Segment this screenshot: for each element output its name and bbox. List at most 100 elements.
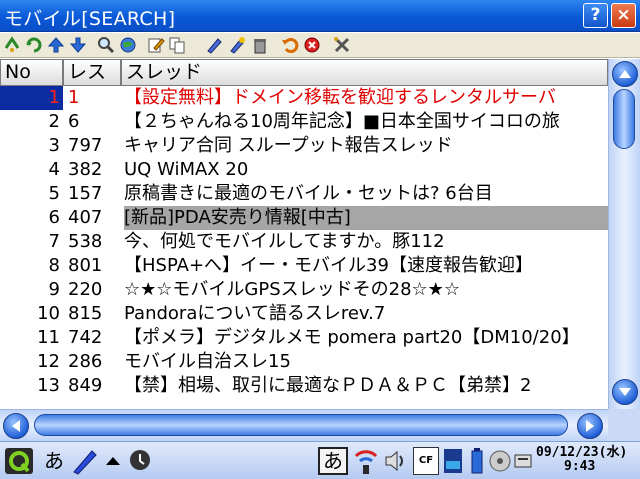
row-res-count: 6 bbox=[68, 111, 80, 132]
row-number: 4 bbox=[48, 159, 60, 180]
clock-time: 9:43 bbox=[564, 459, 596, 474]
table-row[interactable]: 4 382 UQ WiMAX 20 bbox=[0, 158, 608, 182]
arrow-up-icon[interactable] bbox=[47, 36, 65, 54]
battery-icon[interactable] bbox=[470, 447, 484, 475]
table-row[interactable]: 1 1 【設定無料】ドメイン移転を歓迎するレンタルサーバ bbox=[0, 86, 608, 110]
start-menu-q-icon[interactable] bbox=[4, 447, 34, 475]
tray-up-arrow-icon[interactable] bbox=[104, 447, 122, 475]
column-header-no[interactable]: No bbox=[0, 59, 63, 86]
row-res-count: 286 bbox=[68, 351, 103, 372]
row-number: 9 bbox=[48, 279, 60, 300]
tools-icon[interactable] bbox=[333, 36, 351, 54]
row-thread-title[interactable]: 【禁】相場、取引に最適なＰＤＡ＆ＰＣ【弟禁】2 bbox=[124, 374, 608, 398]
input-method-box[interactable]: あ bbox=[318, 447, 348, 475]
table-row[interactable]: 10 815 Pandoraについて語るスレrev.7 bbox=[0, 302, 608, 326]
toolbar bbox=[0, 33, 640, 58]
column-header-res[interactable]: レス bbox=[63, 59, 121, 86]
disk-icon[interactable] bbox=[488, 447, 512, 475]
arrow-up-icon bbox=[619, 70, 631, 78]
taskbar: あ あ CF 09/12/23(水) 9:43 bbox=[0, 441, 640, 479]
vertical-scroll-thumb[interactable] bbox=[613, 89, 635, 149]
copy-icon[interactable] bbox=[168, 36, 186, 54]
column-header-thread[interactable]: スレッド bbox=[121, 59, 608, 86]
row-thread-title[interactable]: UQ WiMAX 20 bbox=[124, 158, 608, 182]
pen-icon[interactable] bbox=[205, 36, 223, 54]
row-number: 2 bbox=[48, 111, 60, 132]
wifi-icon[interactable] bbox=[352, 447, 380, 475]
row-res-count: 538 bbox=[68, 231, 103, 252]
row-res-count: 801 bbox=[68, 255, 103, 276]
horizontal-scroll-thumb[interactable] bbox=[34, 414, 568, 436]
scroll-left-button[interactable] bbox=[3, 413, 29, 439]
arrow-left-icon bbox=[12, 420, 20, 432]
undo-icon[interactable] bbox=[281, 36, 299, 54]
trash-icon[interactable] bbox=[251, 36, 269, 54]
reload-all-icon[interactable] bbox=[25, 36, 43, 54]
close-button[interactable]: × bbox=[611, 3, 636, 28]
table-row[interactable]: 5 157 原稿書きに最適のモバイル・セットは? 6台目 bbox=[0, 182, 608, 206]
ime-mode-indicator[interactable]: あ bbox=[44, 447, 68, 475]
row-res-count: 407 bbox=[68, 207, 103, 228]
title-bar: モバイル[SEARCH] ? × bbox=[0, 0, 640, 32]
arrow-right-icon bbox=[586, 420, 594, 432]
sd-card-icon[interactable] bbox=[442, 447, 464, 475]
vertical-scrollbar[interactable] bbox=[608, 59, 640, 409]
row-thread-title[interactable]: 【２ちゃんねる10周年記念】■日本全国サイコロの旅 bbox=[124, 110, 608, 134]
row-res-count: 157 bbox=[68, 183, 103, 204]
row-number: 11 bbox=[37, 327, 60, 348]
row-thread-title[interactable]: モバイル自治スレ15 bbox=[124, 350, 608, 374]
table-row[interactable]: 8 801 【HSPA+へ】イー・モバイル39【速度報告歓迎】 bbox=[0, 254, 608, 278]
table-row[interactable]: 11 742 【ポメラ】デジタルメモ pomera part20【DM10/20】 bbox=[0, 326, 608, 350]
scroll-down-button[interactable] bbox=[612, 379, 638, 405]
row-thread-title[interactable]: キャリア合同 スループット報告スレッド bbox=[124, 134, 608, 158]
scroll-right-button[interactable] bbox=[577, 413, 603, 439]
row-number: 6 bbox=[48, 207, 60, 228]
window-title: モバイル[SEARCH] bbox=[4, 8, 176, 30]
taskbar-clock[interactable]: 09/12/23(水) 9:43 bbox=[536, 446, 627, 474]
clock-app-icon[interactable] bbox=[128, 447, 152, 475]
table-row[interactable]: 7 538 今、何処でモバイルしてますか。豚112 bbox=[0, 230, 608, 254]
arrow-down-icon[interactable] bbox=[69, 36, 87, 54]
row-thread-title[interactable]: Pandoraについて語るスレrev.7 bbox=[124, 302, 608, 326]
row-thread-title[interactable]: 【HSPA+へ】イー・モバイル39【速度報告歓迎】 bbox=[124, 254, 608, 278]
row-thread-title[interactable]: 【ポメラ】デジタルメモ pomera part20【DM10/20】 bbox=[124, 326, 608, 350]
table-row[interactable]: 6 407 [新品]PDA安売り情報[中古] bbox=[0, 206, 608, 230]
table-row[interactable]: 12 286 モバイル自治スレ15 bbox=[0, 350, 608, 374]
volume-icon[interactable] bbox=[382, 447, 410, 475]
row-res-count: 1 bbox=[68, 87, 80, 108]
row-thread-title[interactable]: 【設定無料】ドメイン移転を歓迎するレンタルサーバ bbox=[124, 86, 608, 110]
row-res-count: 382 bbox=[68, 159, 103, 180]
thread-list: No レス スレッド 1 1 【設定無料】ドメイン移転を歓迎するレンタルサーバ 2 6 【… bbox=[0, 59, 608, 409]
refresh-icon[interactable] bbox=[3, 36, 21, 54]
horizontal-scrollbar[interactable] bbox=[0, 409, 608, 441]
table-row[interactable]: 3 797 キャリア合同 スループット報告スレッド bbox=[0, 134, 608, 158]
keyboard-icon[interactable] bbox=[514, 447, 532, 475]
arrow-down-icon bbox=[619, 388, 631, 396]
scroll-up-button[interactable] bbox=[612, 61, 638, 87]
cf-card-indicator[interactable]: CF bbox=[413, 447, 439, 475]
help-button[interactable]: ? bbox=[583, 3, 608, 28]
row-thread-title[interactable]: 原稿書きに最適のモバイル・セットは? 6台目 bbox=[124, 182, 608, 206]
row-thread-title[interactable]: [新品]PDA安売り情報[中古] bbox=[124, 206, 608, 230]
row-number: 1 bbox=[0, 86, 63, 110]
row-number: 10 bbox=[37, 303, 60, 324]
pen-star-icon[interactable] bbox=[228, 36, 246, 54]
search-icon[interactable] bbox=[97, 36, 115, 54]
stop-icon[interactable] bbox=[303, 36, 321, 54]
table-row[interactable]: 2 6 【２ちゃんねる10周年記念】■日本全国サイコロの旅 bbox=[0, 110, 608, 134]
row-thread-title[interactable]: 今、何処でモバイルしてますか。豚112 bbox=[124, 230, 608, 254]
row-number: 3 bbox=[48, 135, 60, 156]
row-number: 8 bbox=[48, 255, 60, 276]
row-number: 12 bbox=[37, 351, 60, 372]
edit-icon[interactable] bbox=[147, 36, 165, 54]
row-thread-title[interactable]: ☆★☆モバイルGPSスレッドその28☆★☆ bbox=[124, 278, 608, 302]
pen-input-icon[interactable] bbox=[70, 447, 98, 475]
table-row[interactable]: 13 849 【禁】相場、取引に最適なＰＤＡ＆ＰＣ【弟禁】2 bbox=[0, 374, 608, 398]
app-window: モバイル[SEARCH] ? × No レス スレッド 1 1 【設定無料】ドメ… bbox=[0, 0, 640, 479]
scrollbar-corner bbox=[608, 409, 640, 441]
table-row[interactable]: 9 220 ☆★☆モバイルGPSスレッドその28☆★☆ bbox=[0, 278, 608, 302]
globe-icon[interactable] bbox=[119, 36, 137, 54]
row-res-count: 742 bbox=[68, 327, 103, 348]
row-res-count: 815 bbox=[68, 303, 103, 324]
clock-date: 09/12/23(水) bbox=[536, 445, 628, 460]
